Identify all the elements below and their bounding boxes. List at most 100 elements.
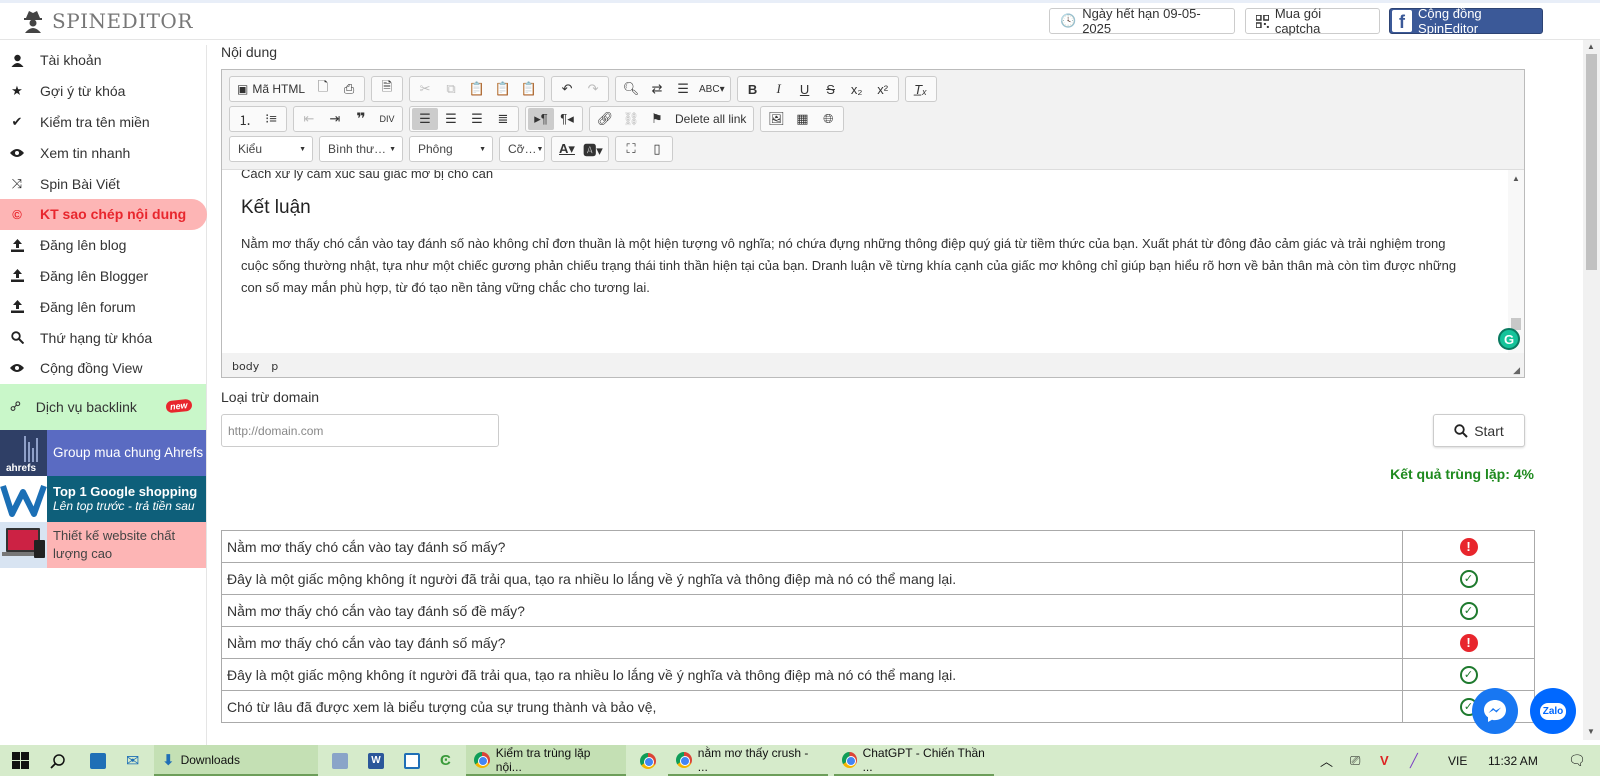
- messenger-button[interactable]: [1472, 688, 1518, 734]
- sidebar-item-copy-check[interactable]: © KT sao chép nội dung: [0, 198, 207, 230]
- resize-handle-icon[interactable]: ◢: [1513, 366, 1520, 376]
- element-path-body[interactable]: body: [232, 360, 259, 373]
- sidebar-item-keyword-rank[interactable]: Thứ hạng từ khóa: [0, 322, 206, 353]
- tray-app-2[interactable]: V: [1372, 745, 1397, 776]
- align-right-button[interactable]: ☰: [464, 108, 490, 130]
- zalo-button[interactable]: Zalo: [1530, 688, 1576, 734]
- sidebar-item-domain-check[interactable]: ✔ Kiểm tra tên miền: [0, 107, 206, 138]
- redo-button[interactable]: ↷: [580, 78, 606, 100]
- start-button-windows[interactable]: [4, 745, 37, 776]
- page-scrollbar[interactable]: ▲ ▼: [1583, 40, 1600, 740]
- sidebar-item-post-forum[interactable]: Đăng lên forum: [0, 291, 206, 322]
- bold-button[interactable]: B: [740, 78, 766, 100]
- select-all-button[interactable]: ☰: [670, 78, 696, 100]
- tray-app-3[interactable]: ╱: [1402, 745, 1426, 776]
- promo-website-design[interactable]: Thiết kế website chất lượng cao: [0, 521, 206, 568]
- spellcheck-button[interactable]: ABC▾: [696, 78, 728, 100]
- text-color-button[interactable]: A▾: [554, 138, 580, 160]
- subscript-button[interactable]: x₂: [844, 78, 870, 100]
- bullet-list-button[interactable]: ⁝≡: [258, 108, 284, 130]
- tray-app-1[interactable]: ⎚: [1342, 745, 1368, 776]
- sidebar-item-post-blogger[interactable]: Đăng lên Blogger: [0, 261, 206, 292]
- rtl-button[interactable]: ¶◂: [554, 108, 580, 130]
- div-button[interactable]: DIV: [374, 108, 400, 130]
- grammarly-icon[interactable]: G: [1498, 328, 1520, 350]
- outdent-button[interactable]: ⇤: [296, 108, 322, 130]
- paste-button[interactable]: 📋: [464, 78, 490, 100]
- element-path-p[interactable]: p: [271, 360, 278, 373]
- align-left-button[interactable]: ☰: [412, 108, 438, 130]
- scroll-down-icon[interactable]: ▼: [1587, 727, 1595, 736]
- underline-button[interactable]: U: [792, 78, 818, 100]
- taskbar-app-window[interactable]: [396, 745, 428, 776]
- strike-button[interactable]: S: [818, 78, 844, 100]
- copy-button[interactable]: ⧉: [438, 78, 464, 100]
- sidebar-item-backlink[interactable]: ⚯ Dịch vụ backlink new: [0, 383, 206, 430]
- sidebar-item-community-view[interactable]: Cộng đồng View: [0, 353, 206, 384]
- taskbar-chrome[interactable]: [632, 745, 664, 776]
- taskbar-chrome-tab-2[interactable]: nằm mơ thấy crush - ...: [668, 745, 828, 776]
- numbered-list-button[interactable]: ⒈: [232, 108, 258, 130]
- sidebar-item-quick-news[interactable]: Xem tin nhanh: [0, 137, 206, 168]
- promo-ahrefs[interactable]: ahrefs Group mua chung Ahrefs: [0, 429, 206, 476]
- align-center-button[interactable]: ☰: [438, 108, 464, 130]
- iframe-button[interactable]: 🌐︎: [815, 108, 841, 130]
- print-button[interactable]: ⎙: [336, 78, 362, 100]
- taskbar-chrome-tab-3[interactable]: ChatGPT - Chiến Thần ...: [834, 745, 994, 776]
- facebook-community-button[interactable]: f Cộng đồng SpinEditor: [1389, 6, 1543, 36]
- sidebar-item-spin-article[interactable]: ⤨ Spin Bài Viết: [0, 168, 206, 199]
- taskbar-chrome-tab-1[interactable]: Kiểm tra trùng lặp nội...: [466, 745, 626, 776]
- superscript-button[interactable]: x²: [870, 78, 896, 100]
- find-button[interactable]: 🔍︎: [618, 78, 644, 100]
- taskbar-word[interactable]: W: [360, 745, 392, 776]
- taskbar-app-green[interactable]: Ͼ: [432, 745, 459, 776]
- indent-button[interactable]: ⇥: [322, 108, 348, 130]
- taskbar-downloads[interactable]: ⬇ Downloads: [154, 745, 318, 776]
- tray-clock[interactable]: 11:32 AM: [1480, 745, 1546, 776]
- font-select[interactable]: Phông ▼: [409, 136, 493, 162]
- image-button[interactable]: 🖼︎: [763, 108, 789, 130]
- template-button[interactable]: 🗎: [374, 78, 400, 100]
- taskbar-search[interactable]: [42, 745, 74, 776]
- italic-button[interactable]: I: [766, 78, 792, 100]
- maximize-button[interactable]: ⛶: [618, 138, 644, 160]
- anchor-button[interactable]: ⚑: [644, 108, 670, 130]
- page-scroll-thumb[interactable]: [1586, 54, 1597, 270]
- tray-language[interactable]: VIE: [1440, 745, 1475, 776]
- blockquote-button[interactable]: ❞: [348, 108, 374, 130]
- replace-button[interactable]: ⇄: [644, 78, 670, 100]
- sidebar-item-keyword-suggest[interactable]: ★ Gợi ý từ khóa: [0, 76, 206, 107]
- preview-button[interactable]: 🗋: [310, 78, 336, 100]
- paste-word-button[interactable]: 📋: [516, 78, 542, 100]
- size-select[interactable]: Cỡ… ▼: [499, 136, 545, 162]
- tray-notifications[interactable]: 🗨: [1560, 745, 1594, 776]
- remove-format-button[interactable]: T̲ₓ: [908, 78, 934, 100]
- promo-google-shopping[interactable]: Top 1 Google shopping Lên top trước - tr…: [0, 475, 206, 522]
- tray-chevron[interactable]: ︿: [1312, 745, 1341, 776]
- style-select[interactable]: Kiểu ▼: [229, 136, 313, 162]
- delete-all-link-button[interactable]: Delete all link: [670, 108, 751, 130]
- expiry-button[interactable]: 🕓 Ngày hết hạn 09-05-2025: [1049, 6, 1235, 36]
- start-button[interactable]: Start: [1433, 414, 1525, 447]
- table-button[interactable]: ▦: [789, 108, 815, 130]
- editor-content-area[interactable]: Cách xử lý cảm xúc sau giấc mơ bị chó cắ…: [222, 169, 1524, 353]
- sidebar-item-account[interactable]: Tài khoản: [0, 45, 206, 76]
- logo[interactable]: SPINEDITOR: [22, 9, 193, 33]
- sidebar-item-post-blog[interactable]: Đăng lên blog: [0, 230, 206, 261]
- link-button[interactable]: 🔗︎: [592, 108, 618, 130]
- cut-button[interactable]: ✂: [412, 78, 438, 100]
- align-justify-button[interactable]: ≣: [490, 108, 516, 130]
- editor-scrollbar[interactable]: ▲: [1508, 170, 1524, 353]
- unlink-button[interactable]: ⛓: [618, 108, 644, 130]
- buy-captcha-button[interactable]: Mua gói captcha: [1245, 6, 1380, 36]
- taskbar-mail[interactable]: ✉: [118, 745, 147, 776]
- bg-color-button[interactable]: 🅰▾: [580, 138, 606, 160]
- ltr-button[interactable]: ▸¶: [528, 108, 554, 130]
- show-blocks-button[interactable]: ▯: [644, 138, 670, 160]
- taskbar-store[interactable]: [82, 745, 114, 776]
- undo-button[interactable]: ↶: [554, 78, 580, 100]
- taskbar-app-explorer[interactable]: [324, 745, 356, 776]
- exclude-domain-input[interactable]: http://domain.com: [221, 414, 499, 447]
- paste-text-button[interactable]: 📋: [490, 78, 516, 100]
- source-html-button[interactable]: ▣ Mã HTML: [232, 78, 310, 100]
